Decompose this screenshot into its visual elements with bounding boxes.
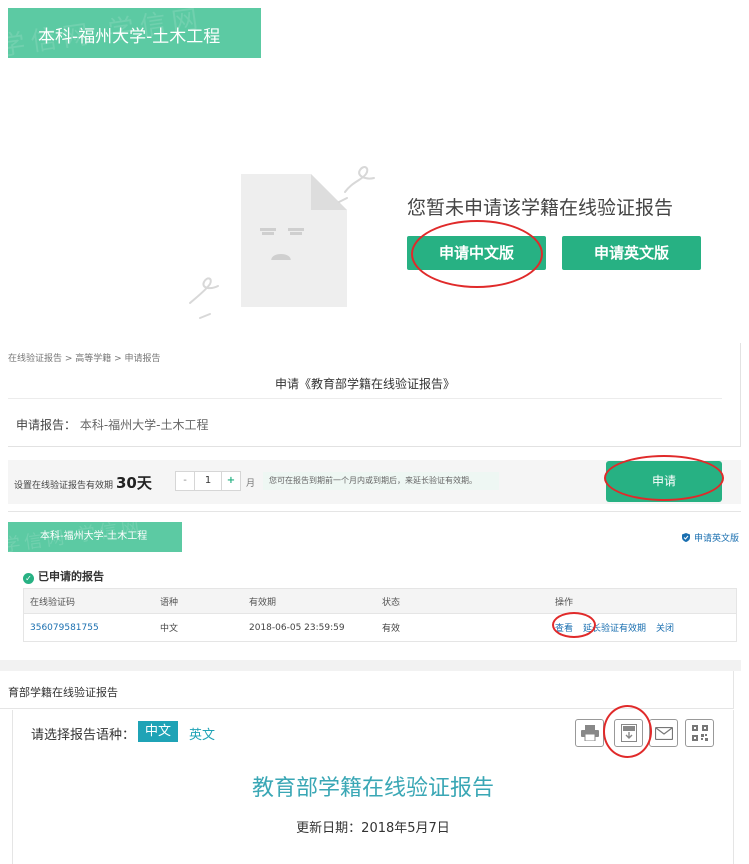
table-header-row: 在线验证码 语种 有效期 状态 操作 xyxy=(24,589,736,614)
apply-report-row: 申请报告： 本科-福州大学-土木工程 xyxy=(16,416,209,433)
language-label: 请选择报告语种： xyxy=(31,728,136,743)
apply-english-link-label: 申请英文版 xyxy=(694,534,740,544)
divider xyxy=(8,398,722,399)
language-english-tab[interactable]: 英文 xyxy=(189,724,215,743)
header-actions: 操作 xyxy=(555,597,574,608)
report-title: 教育部学籍在线验证报告 xyxy=(251,776,494,801)
highlight-ring xyxy=(603,705,652,758)
banner-title: 本科-福州大学-土木工程 xyxy=(38,27,221,47)
apply-report-label: 申请报告： xyxy=(16,418,77,432)
apply-english-link[interactable]: 申请英文版 xyxy=(682,531,739,544)
printer-icon xyxy=(580,725,599,741)
language-chinese-tab[interactable]: 中文 xyxy=(138,721,178,742)
row-expiry: 2018-06-05 23:59:59 xyxy=(249,622,345,633)
validity-label: 设置在线验证报告有效期 xyxy=(14,481,114,491)
verification-code[interactable]: 356079581755 xyxy=(24,623,160,633)
stepper-minus-button[interactable]: - xyxy=(176,472,194,490)
section-separator xyxy=(0,660,741,671)
mail-icon xyxy=(654,726,673,740)
highlight-ring xyxy=(604,455,724,501)
table-row: 356079581755 中文 2018-06-05 23:59:59 有效 查… xyxy=(24,614,736,641)
degree-tag: 学信网 学信网 本科-福州大学-土木工程 xyxy=(8,522,182,552)
stepper-plus-button[interactable]: + xyxy=(222,472,240,490)
header-expiry: 有效期 xyxy=(249,597,277,608)
month-unit: 月 xyxy=(246,479,256,489)
row-language: 中文 xyxy=(160,624,179,634)
shield-icon xyxy=(682,533,690,542)
degree-banner: 学信网 学信网 本科-福州大学-土木工程 xyxy=(8,8,261,58)
stepper-value-input[interactable]: 1 xyxy=(194,472,222,490)
breadcrumb: 在线验证报告 > 高等学籍 > 申请报告 xyxy=(8,354,161,364)
header-language: 语种 xyxy=(160,597,179,608)
validity-days: 30天 xyxy=(116,474,152,492)
row-status: 有效 xyxy=(382,624,401,634)
highlight-ring xyxy=(411,220,543,288)
header-code: 在线验证码 xyxy=(30,597,76,608)
close-link[interactable]: 关闭 xyxy=(656,624,674,634)
report-update-date: 更新日期：2018年5月7日 xyxy=(296,821,450,836)
applied-list-title-text: 已申请的报告 xyxy=(38,570,104,583)
check-circle-icon: ✓ xyxy=(23,573,34,584)
report-panel-title: 育部学籍在线验证报告 xyxy=(8,686,118,699)
qr-code-button[interactable] xyxy=(685,719,714,747)
print-button[interactable] xyxy=(575,719,604,747)
month-stepper: - 1 + xyxy=(175,471,241,491)
header-status: 状态 xyxy=(382,597,401,608)
applied-reports-table: 在线验证码 语种 有效期 状态 操作 356079581755 中文 2018-… xyxy=(23,588,737,642)
empty-message: 您暂未申请该学籍在线验证报告 xyxy=(407,197,674,219)
apply-english-button[interactable]: 申请英文版 xyxy=(562,236,701,270)
apply-report-value: 本科-福州大学-土木工程 xyxy=(79,418,209,432)
sad-document-icon xyxy=(241,174,347,307)
renewal-hint: 您可在报告到期前一个月内或到期后，来延长验证有效期。 xyxy=(263,472,499,490)
qr-code-icon xyxy=(691,725,708,741)
apply-title: 申请《教育部学籍在线验证报告》 xyxy=(274,377,455,391)
email-button[interactable] xyxy=(649,719,678,747)
degree-tag-title: 本科-福州大学-土木工程 xyxy=(40,531,148,542)
empty-doc-illustration xyxy=(189,166,375,319)
applied-list-title: ✓ 已申请的报告 xyxy=(23,568,104,584)
highlight-ring xyxy=(552,612,596,638)
